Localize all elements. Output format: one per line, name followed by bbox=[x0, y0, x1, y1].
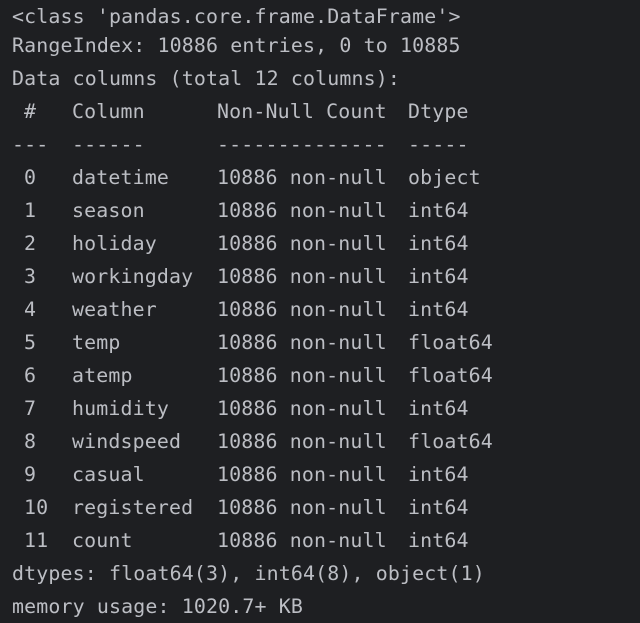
row-dtype: int64 bbox=[408, 298, 469, 321]
table-row: 3 workingday 10886 non-null int64 bbox=[0, 260, 640, 293]
row-num: 7 bbox=[24, 397, 37, 420]
row-count: 10886 non-null bbox=[217, 529, 387, 552]
row-count: 10886 non-null bbox=[217, 298, 387, 321]
row-dtype: int64 bbox=[408, 463, 469, 486]
table-row: 10 registered 10886 non-null int64 bbox=[0, 491, 640, 524]
row-dtype: int64 bbox=[408, 397, 469, 420]
row-num: 10 bbox=[24, 496, 49, 519]
row-column: weather bbox=[72, 298, 157, 321]
row-count: 10886 non-null bbox=[217, 496, 387, 519]
memory-line: memory usage: 1020.7+ KB bbox=[12, 595, 304, 618]
row-dtype: int64 bbox=[408, 265, 469, 288]
separator-count: -------------- bbox=[217, 133, 387, 156]
header-column: Column bbox=[72, 100, 145, 123]
header-num: # bbox=[24, 100, 37, 123]
row-num: 4 bbox=[24, 298, 37, 321]
row-dtype: float64 bbox=[408, 430, 493, 453]
table-row: 6 atemp 10886 non-null float64 bbox=[0, 359, 640, 392]
row-count: 10886 non-null bbox=[217, 265, 387, 288]
row-num: 0 bbox=[24, 166, 37, 189]
row-column: datetime bbox=[72, 166, 170, 189]
row-num: 8 bbox=[24, 430, 37, 453]
data-columns-line: Data columns (total 12 columns): bbox=[12, 67, 401, 90]
row-count: 10886 non-null bbox=[217, 463, 387, 486]
row-num: 6 bbox=[24, 364, 37, 387]
row-column: count bbox=[72, 529, 133, 552]
row-column: atemp bbox=[72, 364, 133, 387]
range-index-line: RangeIndex: 10886 entries, 0 to 10885 bbox=[12, 34, 461, 57]
row-column: season bbox=[72, 199, 145, 222]
row-dtype: int64 bbox=[408, 232, 469, 255]
row-count: 10886 non-null bbox=[217, 199, 387, 222]
row-count: 10886 non-null bbox=[217, 397, 387, 420]
console-output: <class 'pandas.core.frame.DataFrame'> Ra… bbox=[0, 0, 640, 621]
row-dtype: int64 bbox=[408, 529, 469, 552]
row-column: humidity bbox=[72, 397, 170, 420]
row-column: temp bbox=[72, 331, 121, 354]
row-column: windspeed bbox=[72, 430, 182, 453]
row-num: 1 bbox=[24, 199, 37, 222]
separator-row: --- ------ -------------- ----- bbox=[0, 128, 640, 161]
row-column: holiday bbox=[72, 232, 157, 255]
header-count: Non-Null Count bbox=[217, 100, 387, 123]
separator-column: ------ bbox=[72, 133, 145, 156]
row-count: 10886 non-null bbox=[217, 364, 387, 387]
table-row: 9 casual 10886 non-null int64 bbox=[0, 458, 640, 491]
row-num: 3 bbox=[24, 265, 37, 288]
row-count: 10886 non-null bbox=[217, 166, 387, 189]
table-row: 0 datetime 10886 non-null object bbox=[0, 161, 640, 194]
row-num: 9 bbox=[24, 463, 37, 486]
row-count: 10886 non-null bbox=[217, 430, 387, 453]
row-dtype: int64 bbox=[408, 496, 469, 519]
row-column: workingday bbox=[72, 265, 194, 288]
table-row: 2 holiday 10886 non-null int64 bbox=[0, 227, 640, 260]
table-row: 11 count 10886 non-null int64 bbox=[0, 524, 640, 557]
row-num: 2 bbox=[24, 232, 37, 255]
separator-dtype: ----- bbox=[408, 133, 469, 156]
row-column: casual bbox=[72, 463, 145, 486]
table-row: 4 weather 10886 non-null int64 bbox=[0, 293, 640, 326]
row-dtype: int64 bbox=[408, 199, 469, 222]
row-num: 5 bbox=[24, 331, 37, 354]
row-dtype: float64 bbox=[408, 364, 493, 387]
separator-num: --- bbox=[12, 133, 49, 156]
table-row: 1 season 10886 non-null int64 bbox=[0, 194, 640, 227]
row-num: 11 bbox=[24, 529, 49, 552]
table-row: 7 humidity 10886 non-null int64 bbox=[0, 392, 640, 425]
row-dtype: float64 bbox=[408, 331, 493, 354]
row-count: 10886 non-null bbox=[217, 331, 387, 354]
header-dtype: Dtype bbox=[408, 100, 469, 123]
table-header: # Column Non-Null Count Dtype bbox=[0, 95, 640, 128]
row-count: 10886 non-null bbox=[217, 232, 387, 255]
row-dtype: object bbox=[408, 166, 481, 189]
table-row: 5 temp 10886 non-null float64 bbox=[0, 326, 640, 359]
row-column: registered bbox=[72, 496, 194, 519]
dtypes-line: dtypes: float64(3), int64(8), object(1) bbox=[12, 562, 485, 585]
table-row: 8 windspeed 10886 non-null float64 bbox=[0, 425, 640, 458]
